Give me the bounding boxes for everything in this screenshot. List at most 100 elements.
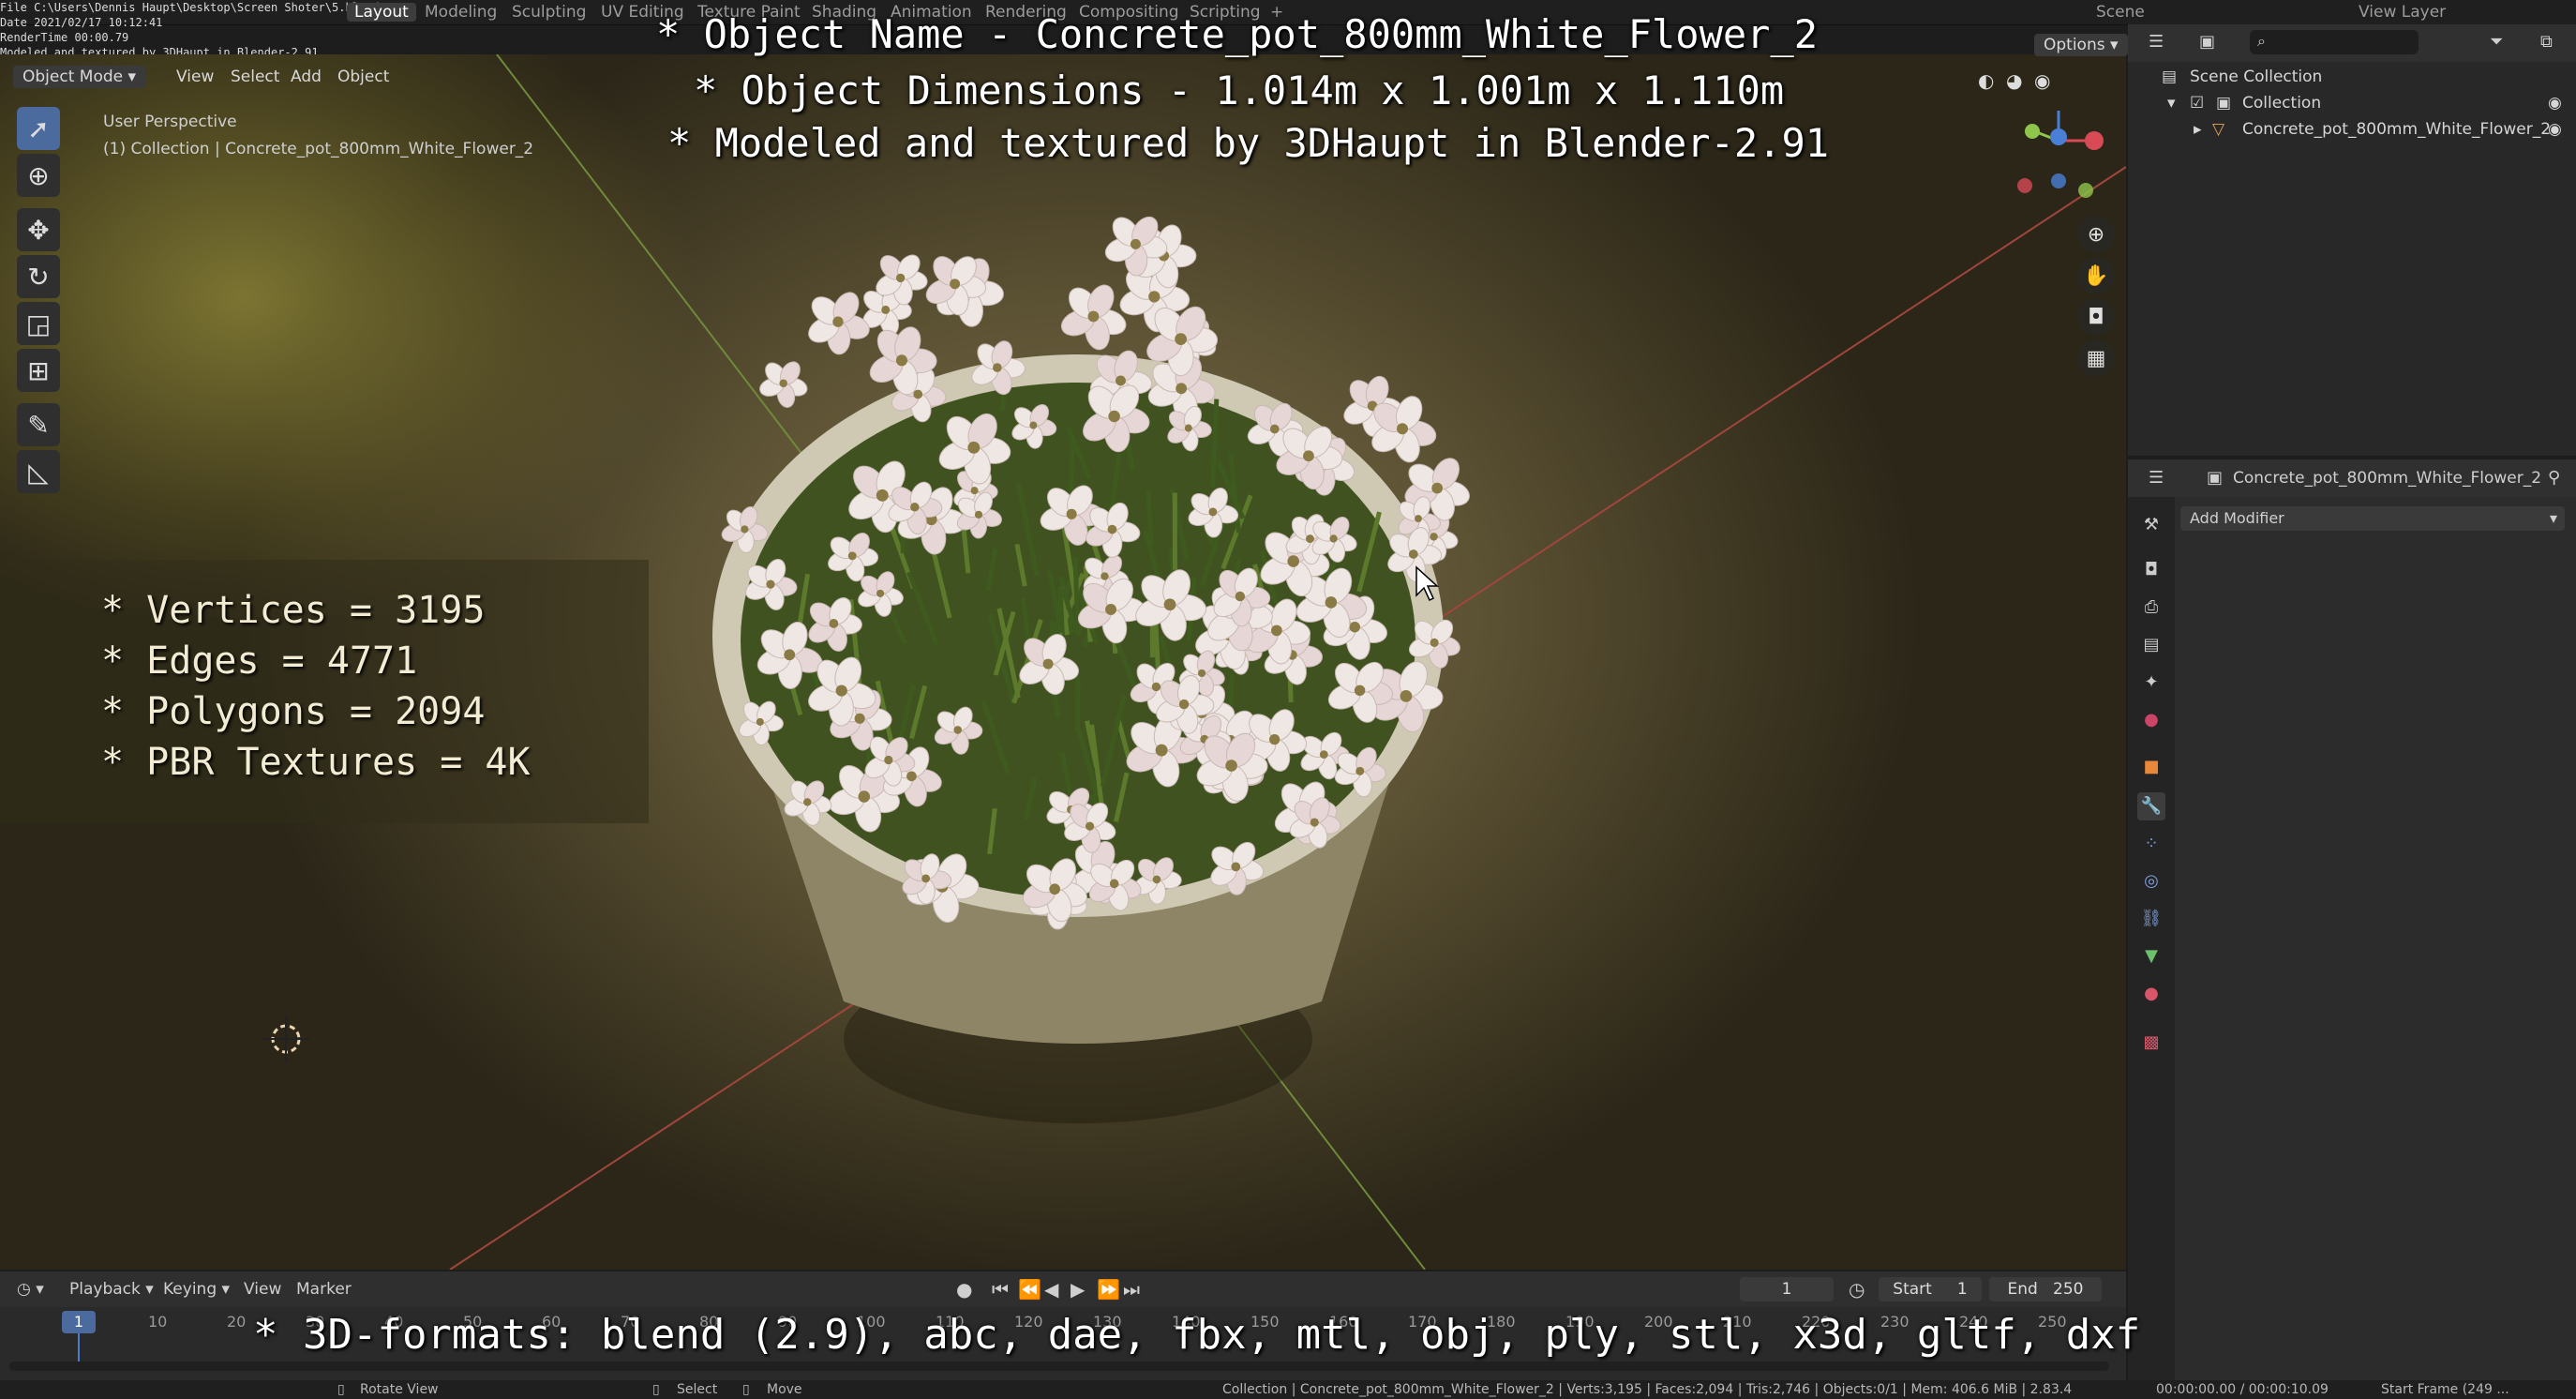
scale-tool[interactable]: ◲: [17, 302, 60, 345]
texture-tab-checker-icon[interactable]: ▩: [2137, 1029, 2165, 1057]
physics-tab-icon[interactable]: ◎: [2137, 867, 2165, 895]
record-button[interactable]: ●: [956, 1271, 972, 1307]
play-reverse-button[interactable]: ◀: [1044, 1271, 1058, 1307]
status-bar: ▯ Rotate View ▯ Select ▯ Move Collection…: [0, 1380, 2576, 1399]
playback-label: Playback: [69, 1280, 141, 1299]
annotate-tool[interactable]: ✎: [17, 403, 60, 446]
properties-tabs: [2128, 497, 2175, 1380]
options-dropdown[interactable]: Options ▾: [2034, 34, 2128, 56]
status-time: 00:00:00.00 / 00:00:10.09: [2156, 1382, 2329, 1397]
jump-end-button[interactable]: ⏭: [1123, 1271, 1140, 1307]
stopwatch-icon[interactable]: ◷: [1849, 1271, 1865, 1307]
hand-icon: ✋: [2083, 263, 2109, 288]
status-rotate-view: Rotate View: [360, 1382, 439, 1397]
add-menu[interactable]: Add: [281, 66, 331, 88]
status-scene-stats: Collection | Concrete_pot_800mm_White_Fl…: [1222, 1382, 2073, 1397]
visibility-eye-icon[interactable]: ◉: [2548, 116, 2562, 143]
tool-tab-wrench-icon[interactable]: ⚒: [2137, 511, 2165, 539]
ruler-tick-label: 10: [148, 1313, 168, 1331]
mouse-middle-icon: ▯: [337, 1382, 345, 1397]
camera-view-button[interactable]: ◘: [2077, 298, 2115, 336]
properties-editor-icon[interactable]: ☰: [2149, 468, 2164, 488]
rotate-tool[interactable]: ↻: [17, 255, 60, 298]
burn-file: File C:\Users\Dennis Haupt\Desktop\Scree…: [0, 1, 380, 14]
output-tab-printer-icon[interactable]: ⎙: [2137, 594, 2165, 622]
view-menu[interactable]: View: [167, 66, 223, 88]
shading-rendered-icon[interactable]: ◉: [2034, 69, 2050, 92]
white-flower: [759, 361, 808, 408]
object-mode-dropdown[interactable]: Object Mode ▾: [13, 66, 146, 88]
include-checkbox[interactable]: ☑: [2190, 90, 2204, 116]
filter-icon[interactable]: ⏷: [2490, 32, 2503, 52]
object-menu[interactable]: Object: [328, 66, 398, 88]
pin-icon[interactable]: ⚲: [2548, 468, 2560, 488]
collection-icon: ▣: [2216, 94, 2232, 113]
zoom-button[interactable]: ⊕: [2077, 216, 2115, 253]
pan-button[interactable]: ✋: [2077, 257, 2115, 294]
collection-label: Collection: [2242, 94, 2322, 113]
new-collection-icon[interactable]: ⧉: [2540, 32, 2553, 52]
white-flower: [1060, 284, 1127, 351]
particles-tab-icon[interactable]: ⁘: [2137, 830, 2165, 858]
measure-tool[interactable]: ◺: [17, 450, 60, 493]
tab-modeling[interactable]: Modeling: [425, 3, 497, 22]
start-frame-field[interactable]: Start 1: [1879, 1277, 1982, 1301]
shading-material-icon[interactable]: ◕: [2006, 69, 2022, 92]
timeline-editor-icon[interactable]: ◷ ▾: [17, 1271, 44, 1307]
marker-menu[interactable]: Marker: [296, 1271, 352, 1307]
tab-sculpting[interactable]: Sculpting: [512, 3, 586, 22]
modifier-tab-wrench-icon[interactable]: 🔧: [2137, 792, 2165, 820]
start-value: 1: [1956, 1280, 1968, 1299]
expand-chevron-icon[interactable]: ▸: [2194, 116, 2202, 143]
scene-selector[interactable]: Scene: [2096, 3, 2145, 22]
render-tab-camera-icon[interactable]: ◘: [2137, 556, 2165, 584]
chevron-down-icon: ▾: [2549, 509, 2557, 527]
zoom-icon: ⊕: [2087, 222, 2105, 247]
object-data-tab-triangle-icon[interactable]: ▼: [2137, 942, 2165, 970]
ortho-toggle-button[interactable]: ▦: [2077, 339, 2115, 377]
move-tool[interactable]: ✥: [17, 208, 60, 251]
prev-keyframe-button[interactable]: ⏪: [1018, 1271, 1041, 1307]
play-button[interactable]: ▶: [1071, 1271, 1085, 1307]
display-mode-icon[interactable]: ▣: [2199, 32, 2215, 52]
timeline-scrollbar[interactable]: [9, 1361, 2109, 1371]
transform-tool[interactable]: ⊞: [17, 349, 60, 392]
crosshair-icon: ⊕: [27, 159, 50, 191]
object-tab-square-icon[interactable]: ■: [2137, 753, 2165, 781]
tab-layout[interactable]: Layout: [347, 3, 416, 22]
playhead[interactable]: 1: [62, 1311, 96, 1333]
material-tab-sphere-icon[interactable]: ●: [2137, 980, 2165, 1008]
add-modifier-label: Add Modifier: [2190, 509, 2284, 527]
search-icon: ⌕: [2257, 32, 2266, 50]
current-frame-field[interactable]: 1: [1740, 1277, 1834, 1301]
playback-menu[interactable]: Playback ▾: [69, 1271, 154, 1307]
add-modifier-dropdown[interactable]: Add Modifier ▾: [2180, 506, 2565, 531]
view-layer-tab-icon[interactable]: ▤: [2137, 631, 2165, 659]
outliner-search-input[interactable]: ⌕: [2250, 30, 2419, 54]
jump-start-button[interactable]: ⏮: [992, 1271, 1009, 1307]
world-tab-globe-icon[interactable]: ●: [2137, 706, 2165, 734]
expand-chevron-icon[interactable]: ▾: [2167, 90, 2176, 116]
visibility-eye-icon[interactable]: ◉: [2548, 90, 2562, 116]
view-layer-selector[interactable]: View Layer: [2359, 3, 2446, 22]
outliner-row-collection[interactable]: ▾ ☑ ▣ Collection ◉: [2128, 90, 2576, 116]
constraints-tab-icon[interactable]: ⛓: [2137, 905, 2165, 933]
overlay-object-dimensions: * Object Dimensions - 1.014m x 1.001m x …: [694, 68, 1785, 113]
end-frame-field[interactable]: End 250: [1989, 1277, 2102, 1301]
grass-blade: [1072, 557, 1081, 637]
select-box-tool[interactable]: ➚: [17, 107, 60, 150]
outliner-editor-icon[interactable]: ☰: [2149, 32, 2164, 52]
scene-tab-icon[interactable]: ✦: [2137, 669, 2165, 697]
shading-solid-icon[interactable]: ◐: [1978, 69, 1994, 92]
next-keyframe-button[interactable]: ⏩: [1097, 1271, 1120, 1307]
timeline-view-menu[interactable]: View: [244, 1271, 281, 1307]
cursor-tool[interactable]: ⊕: [17, 154, 60, 197]
properties-panel[interactable]: [2128, 459, 2576, 1380]
transform-icon: ⊞: [27, 354, 50, 386]
outliner-row-object[interactable]: ▸ ▽ Concrete_pot_800mm_White_Flower_2 ◉: [2128, 116, 2576, 143]
outliner-row-scene-collection[interactable]: ▤ Scene Collection: [2128, 64, 2576, 90]
ruler-icon: ◺: [28, 456, 49, 488]
keying-menu[interactable]: Keying ▾: [163, 1271, 230, 1307]
select-menu[interactable]: Select: [221, 66, 289, 88]
move-icon: ✥: [27, 214, 50, 246]
